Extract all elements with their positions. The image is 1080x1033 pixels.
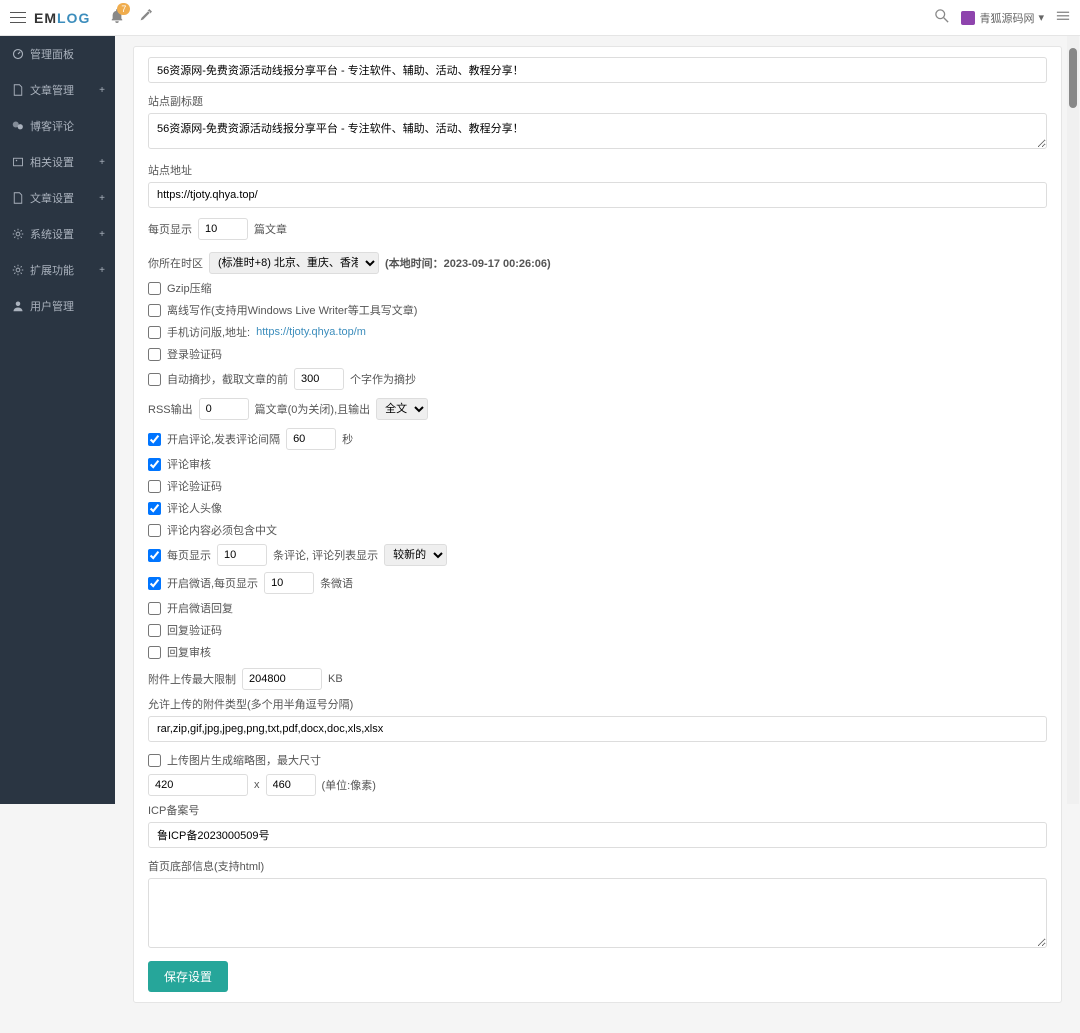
avatar <box>961 11 975 25</box>
site-title-input[interactable] <box>148 57 1047 83</box>
sidebar-item-7[interactable]: 用户管理 <box>0 288 115 324</box>
sidebar-item-4[interactable]: 文章设置+ <box>0 180 115 216</box>
gzip-label: Gzip压缩 <box>167 280 212 296</box>
footer-label: 首页底部信息(支持html) <box>148 858 1047 874</box>
comment-enable-label: 开启评论,发表评论间隔 <box>167 431 280 447</box>
logo: EMLOG <box>34 10 90 26</box>
login-captcha-checkbox[interactable] <box>148 348 161 361</box>
attachment-limit-label: 附件上传最大限制 <box>148 671 236 687</box>
notification-bell[interactable]: 7 <box>110 9 124 26</box>
reply-audit-label: 回复审核 <box>167 644 211 660</box>
footer-textarea[interactable] <box>148 878 1047 948</box>
thumb-height-input[interactable] <box>266 774 316 796</box>
sidebar-item-5[interactable]: 系统设置+ <box>0 216 115 252</box>
comment-enable-checkbox[interactable] <box>148 433 161 446</box>
compose-icon[interactable] <box>138 9 152 26</box>
sidebar-item-0[interactable]: 管理面板 <box>0 36 115 72</box>
comment-perpage-input[interactable] <box>217 544 267 566</box>
comment-perpage-checkbox[interactable] <box>148 549 161 562</box>
scrollbar[interactable] <box>1067 36 1079 804</box>
notif-badge: 7 <box>117 3 130 15</box>
comment-chinese-label: 评论内容必须包含中文 <box>167 522 277 538</box>
rss-output-select[interactable]: 全文 <box>376 398 428 420</box>
thumb-x-label: x <box>254 779 260 791</box>
comment-avatar-label: 评论人头像 <box>167 500 222 516</box>
username: 青狐源码网 <box>979 10 1034 26</box>
mobile-checkbox[interactable] <box>148 326 161 339</box>
comment-captcha-label: 评论验证码 <box>167 478 222 494</box>
twitter-enable-checkbox[interactable] <box>148 577 161 590</box>
perpage-label-a: 每页显示 <box>148 221 192 237</box>
twitter-label-a: 开启微语,每页显示 <box>167 575 258 591</box>
user-menu[interactable]: 青狐源码网 ▾ <box>961 10 1044 26</box>
more-menu-icon[interactable] <box>1056 9 1070 26</box>
perpage-input[interactable] <box>198 218 248 240</box>
search-icon[interactable] <box>935 9 949 26</box>
localtime-hint: (本地时间：2023-09-17 00:26:06) <box>385 255 551 271</box>
rss-label-a: RSS输出 <box>148 401 193 417</box>
reply-captcha-label: 回复验证码 <box>167 622 222 638</box>
subtitle-label: 站点副标题 <box>148 93 1047 109</box>
attachment-limit-input[interactable] <box>242 668 322 690</box>
sidebar-item-3[interactable]: 相关设置+ <box>0 144 115 180</box>
icp-label: ICP备案号 <box>148 802 1047 818</box>
chevron-down-icon: ▾ <box>1038 11 1044 24</box>
timezone-select[interactable]: (标准时+8) 北京、重庆、香港、新加坡 <box>209 252 379 274</box>
comment-captcha-checkbox[interactable] <box>148 480 161 493</box>
siteurl-label: 站点地址 <box>148 162 1047 178</box>
rss-count-input[interactable] <box>199 398 249 420</box>
attachment-unit-label: KB <box>328 673 343 685</box>
mobile-label: 手机访问版,地址: <box>167 324 250 340</box>
login-captcha-label: 登录验证码 <box>167 346 222 362</box>
twitter-label-b: 条微语 <box>320 575 353 591</box>
comment-pp-label-b: 条评论, 评论列表显示 <box>273 547 378 563</box>
perpage-label-b: 篇文章 <box>254 221 287 237</box>
comment-chinese-checkbox[interactable] <box>148 524 161 537</box>
twitter-reply-label: 开启微语回复 <box>167 600 233 616</box>
thumb-unit-label: (单位:像素) <box>322 777 376 793</box>
timezone-label: 你所在时区 <box>148 255 203 271</box>
comment-interval-input[interactable] <box>286 428 336 450</box>
sidebar-item-2[interactable]: 博客评论 <box>0 108 115 144</box>
siteurl-input[interactable] <box>148 182 1047 208</box>
mobile-link[interactable]: https://tjoty.qhya.top/m <box>256 326 366 338</box>
comment-order-select[interactable]: 较新的 <box>384 544 447 566</box>
auto-excerpt-checkbox[interactable] <box>148 373 161 386</box>
comment-pp-label-a: 每页显示 <box>167 547 211 563</box>
save-button[interactable]: 保存设置 <box>148 961 228 992</box>
sidebar: 管理面板文章管理+博客评论相关设置+文章设置+系统设置+扩展功能+用户管理 <box>0 36 115 804</box>
sidebar-item-6[interactable]: 扩展功能+ <box>0 252 115 288</box>
comment-audit-checkbox[interactable] <box>148 458 161 471</box>
comment-sec-label: 秒 <box>342 431 353 447</box>
auto-excerpt-label-a: 自动摘抄，截取文章的前 <box>167 371 288 387</box>
sidebar-item-1[interactable]: 文章管理+ <box>0 72 115 108</box>
comment-avatar-checkbox[interactable] <box>148 502 161 515</box>
twitter-perpage-input[interactable] <box>264 572 314 594</box>
offline-checkbox[interactable] <box>148 304 161 317</box>
extensions-input[interactable] <box>148 716 1047 742</box>
extensions-label: 允许上传的附件类型(多个用半角逗号分隔) <box>148 696 1047 712</box>
auto-excerpt-input[interactable] <box>294 368 344 390</box>
thumbnail-label: 上传图片生成缩略图，最大尺寸 <box>167 752 321 768</box>
reply-audit-checkbox[interactable] <box>148 646 161 659</box>
comment-audit-label: 评论审核 <box>167 456 211 472</box>
thumb-width-input[interactable] <box>148 774 248 796</box>
thumbnail-checkbox[interactable] <box>148 754 161 767</box>
menu-toggle[interactable] <box>10 10 26 26</box>
twitter-reply-checkbox[interactable] <box>148 602 161 615</box>
subtitle-textarea[interactable]: 56资源网-免费资源活动线报分享平台 - 专注软件、辅助、活动、教程分享！ <box>148 113 1047 149</box>
offline-label: 离线写作(支持用Windows Live Writer等工具写文章) <box>167 302 417 318</box>
reply-captcha-checkbox[interactable] <box>148 624 161 637</box>
icp-input[interactable] <box>148 822 1047 848</box>
rss-label-b: 篇文章(0为关闭),且输出 <box>255 401 371 417</box>
auto-excerpt-label-b: 个字作为摘抄 <box>350 371 416 387</box>
gzip-checkbox[interactable] <box>148 282 161 295</box>
